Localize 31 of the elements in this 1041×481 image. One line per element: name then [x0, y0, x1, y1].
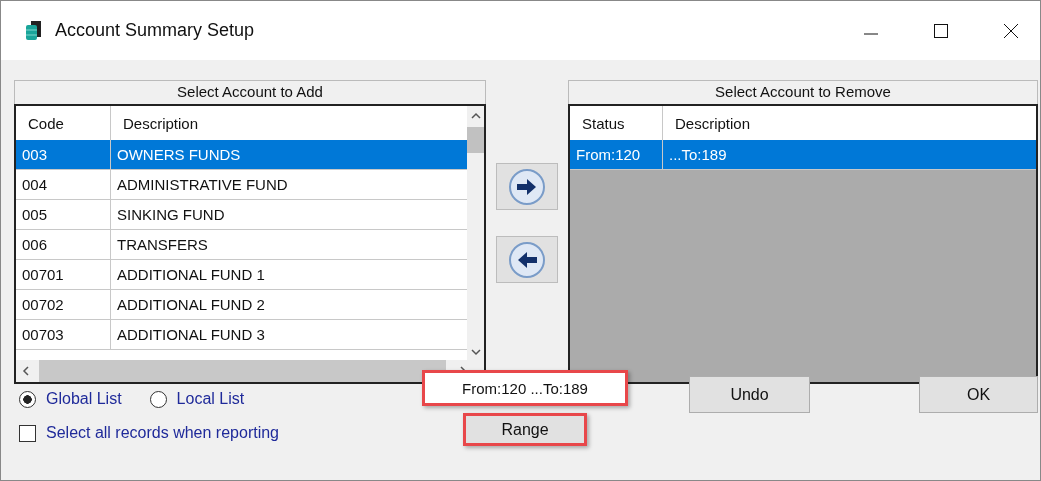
list-row[interactable]: 00702 ADDITIONAL FUND 2 — [16, 290, 467, 320]
list-row[interactable]: 005 SINKING FUND — [16, 200, 467, 230]
database-icon — [25, 20, 43, 41]
list-row[interactable]: 00703 ADDITIONAL FUND 3 — [16, 320, 467, 350]
close-icon[interactable] — [1004, 23, 1018, 38]
list-row[interactable]: 006 TRANSFERS — [16, 230, 467, 260]
radio-icon[interactable] — [149, 390, 167, 408]
radio-option[interactable]: Global List — [19, 390, 122, 408]
list-row[interactable]: From:120 ...To:189 — [570, 140, 1036, 170]
range-field[interactable]: From:120 ...To:189 — [425, 373, 625, 403]
checkbox-option[interactable]: Select all records when reporting — [19, 424, 419, 442]
range-button[interactable]: Range — [466, 416, 584, 443]
ok-button[interactable]: OK — [919, 376, 1038, 413]
window-title: Account Summary Setup — [55, 20, 255, 41]
add-button[interactable] — [496, 163, 558, 210]
scroll-up-icon[interactable] — [470, 112, 481, 119]
list-row[interactable]: 00701 ADDITIONAL FUND 1 — [16, 260, 467, 290]
scroll-thumb[interactable] — [467, 127, 484, 153]
list-row[interactable]: 003 OWNERS FUNDS — [16, 140, 467, 170]
column-header[interactable]: Description — [111, 114, 199, 132]
column-header[interactable]: Description — [663, 114, 751, 132]
scroll-down-icon[interactable] — [470, 349, 481, 356]
vertical-scrollbar[interactable] — [467, 106, 484, 360]
undo-button[interactable]: Undo — [689, 376, 810, 413]
checkbox[interactable] — [19, 424, 36, 442]
maximize-icon[interactable] — [934, 23, 948, 38]
scroll-left-icon[interactable] — [22, 366, 29, 376]
remove-button[interactable] — [496, 236, 558, 283]
radio-icon[interactable] — [19, 390, 36, 408]
list-row[interactable]: 004 ADMINISTRATIVE FUND — [16, 170, 467, 200]
radio-option[interactable]: Local List — [149, 390, 245, 408]
